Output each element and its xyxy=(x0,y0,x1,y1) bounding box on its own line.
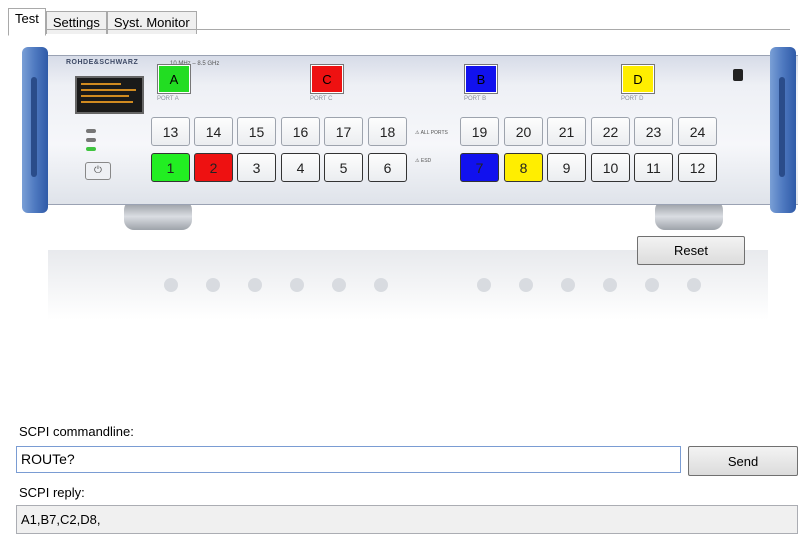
port-label: PORT A xyxy=(157,96,179,102)
switch-8[interactable]: 8 xyxy=(504,153,543,182)
port-d-label: D xyxy=(633,71,643,87)
switch-21[interactable]: 21 xyxy=(547,117,586,146)
reflection-dot xyxy=(206,278,220,292)
power-button: ⏻ xyxy=(85,162,111,180)
port-label: PORT B xyxy=(464,96,487,102)
switch-14[interactable]: 14 xyxy=(194,117,233,146)
led-indicator xyxy=(86,129,96,133)
reflection-dot xyxy=(248,278,262,292)
port-d[interactable]: D xyxy=(621,64,655,94)
port-c[interactable]: C xyxy=(310,64,344,94)
port-c-label: C xyxy=(322,71,332,87)
brand-logo: ROHDE&SCHWARZ xyxy=(66,59,139,66)
switch-4[interactable]: 4 xyxy=(281,153,320,182)
reset-button[interactable]: Reset xyxy=(637,236,745,265)
handle-left xyxy=(22,47,48,213)
port-b[interactable]: B xyxy=(464,64,498,94)
switch-15[interactable]: 15 xyxy=(237,117,276,146)
switch-3[interactable]: 3 xyxy=(237,153,276,182)
switch-11[interactable]: 11 xyxy=(634,153,673,182)
switch-2[interactable]: 2 xyxy=(194,153,233,182)
tab-strip: Test Settings Syst. Monitor xyxy=(8,8,197,36)
reflection-dot xyxy=(477,278,491,292)
reflection-dot xyxy=(519,278,533,292)
reflection-dot xyxy=(332,278,346,292)
scpi-command-input[interactable]: ROUTe? xyxy=(16,446,681,473)
tab-divider xyxy=(8,29,790,30)
tab-settings[interactable]: Settings xyxy=(45,11,107,34)
switch-19[interactable]: 19 xyxy=(460,117,499,146)
switch-23[interactable]: 23 xyxy=(634,117,673,146)
tab-syst-monitor[interactable]: Syst. Monitor xyxy=(106,11,197,34)
reflection-dot xyxy=(561,278,575,292)
reflection-dot xyxy=(687,278,701,292)
switch-9[interactable]: 9 xyxy=(547,153,586,182)
port-label: PORT D xyxy=(621,96,644,102)
switch-22[interactable]: 22 xyxy=(591,117,630,146)
switch-13[interactable]: 13 xyxy=(151,117,190,146)
warning-label: ⚠ ALL PORTS xyxy=(415,130,448,136)
switch-10[interactable]: 10 xyxy=(591,153,630,182)
reflection-dot xyxy=(645,278,659,292)
led-indicator xyxy=(86,138,96,142)
switch-24[interactable]: 24 xyxy=(678,117,717,146)
switch-6[interactable]: 6 xyxy=(368,153,407,182)
port-a-label: A xyxy=(169,71,179,87)
switch-7[interactable]: 7 xyxy=(460,153,499,182)
switch-1[interactable]: 1 xyxy=(151,153,190,182)
switch-20[interactable]: 20 xyxy=(504,117,543,146)
port-b-label: B xyxy=(476,71,486,87)
usb-icon xyxy=(733,69,743,81)
port-label: PORT C xyxy=(310,96,333,102)
handle-right xyxy=(770,47,796,213)
switch-17[interactable]: 17 xyxy=(324,117,363,146)
switch-5[interactable]: 5 xyxy=(324,153,363,182)
tab-test[interactable]: Test xyxy=(8,8,46,36)
reflection-dot xyxy=(290,278,304,292)
reflection-dot xyxy=(374,278,388,292)
led-indicator xyxy=(86,147,96,151)
warning-label: ⚠ ESD xyxy=(415,158,432,164)
port-a[interactable]: A xyxy=(157,64,191,94)
reflection-dot xyxy=(164,278,178,292)
device-display xyxy=(75,76,144,114)
reflection-dot xyxy=(603,278,617,292)
scpi-commandline-label: SCPI commandline: xyxy=(19,424,134,439)
switch-16[interactable]: 16 xyxy=(281,117,320,146)
send-button[interactable]: Send xyxy=(688,446,798,476)
scpi-reply-field: A1,B7,C2,D8, xyxy=(16,505,798,534)
switch-18[interactable]: 18 xyxy=(368,117,407,146)
switch-12[interactable]: 12 xyxy=(678,153,717,182)
scpi-reply-label: SCPI reply: xyxy=(19,485,85,500)
